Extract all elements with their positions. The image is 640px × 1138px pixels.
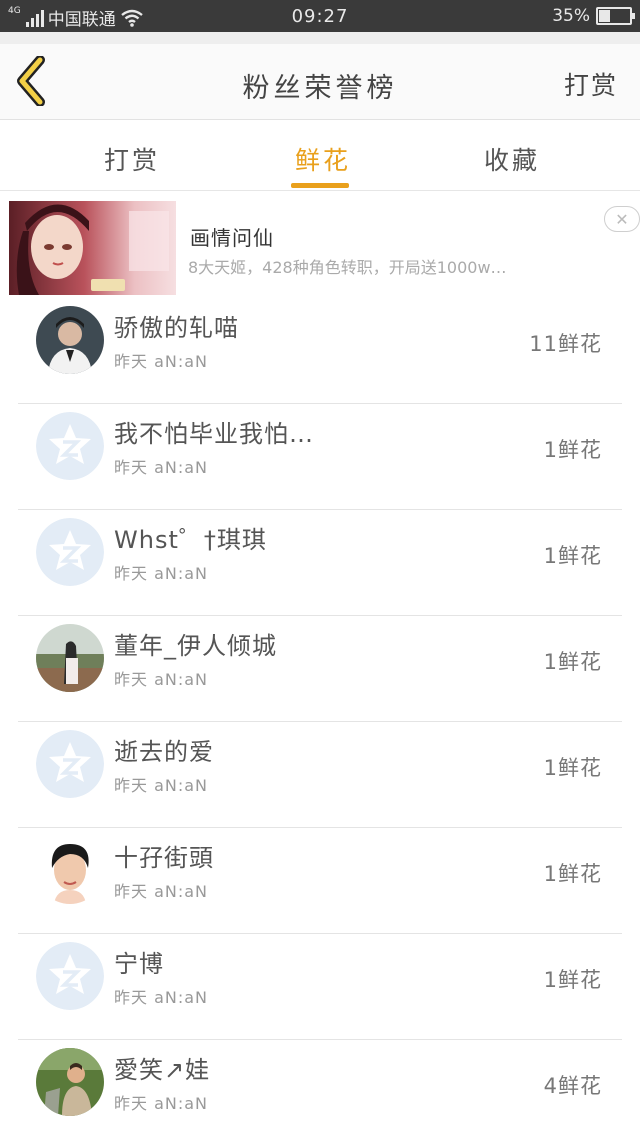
- fan-name: 愛笑↗娃: [114, 1056, 211, 1084]
- fan-time: 昨天 aN:aN: [114, 1094, 209, 1113]
- flower-count: 11鲜花: [529, 332, 602, 356]
- default-avatar-icon: [36, 412, 104, 480]
- tab-favorites[interactable]: 收藏: [484, 141, 540, 177]
- default-avatar-icon: [36, 942, 104, 1010]
- flower-count: 4鲜花: [543, 1074, 602, 1098]
- list-item[interactable]: 董年_伊人倾城昨天 aN:aN 1鲜花: [18, 616, 622, 722]
- fan-time: 昨天 aN:aN: [114, 670, 209, 689]
- list-item[interactable]: 宁博昨天 aN:aN 1鲜花: [18, 934, 622, 1040]
- battery-icon: [596, 7, 635, 25]
- default-avatar-icon: [36, 730, 104, 798]
- status-right: 35%: [552, 6, 635, 26]
- ad-title: 画情问仙: [190, 226, 274, 250]
- tab-flowers[interactable]: 鲜花: [295, 141, 351, 177]
- fan-name: 宁博: [114, 950, 164, 978]
- ad-close-button[interactable]: ✕: [604, 206, 640, 232]
- ad-banner[interactable]: 画情问仙 8大天姬，428种角色转职，开局送1000w…: [0, 192, 640, 298]
- ad-description: 8大天姬，428种角色转职，开局送1000w…: [188, 258, 507, 277]
- list-item[interactable]: 逝去的爱昨天 aN:aN 1鲜花: [18, 722, 622, 828]
- flower-count: 1鲜花: [543, 438, 602, 462]
- tab-bar: 打赏 鲜花 收藏: [0, 121, 640, 191]
- fan-name: Whst゜†琪琪: [114, 526, 267, 554]
- fan-name: 骄傲的轧喵: [114, 314, 239, 342]
- battery-percent: 35%: [552, 6, 590, 26]
- close-icon: ✕: [615, 209, 629, 229]
- fan-name: 逝去的爱: [114, 738, 214, 766]
- avatar: [36, 624, 104, 692]
- battery-fill: [599, 10, 610, 22]
- avatar: [36, 836, 104, 904]
- title-bar: 粉丝荣誉榜 打赏: [0, 44, 640, 120]
- ad-image: [9, 201, 176, 295]
- tab-reward[interactable]: 打赏: [104, 141, 160, 177]
- fan-name: 我不怕毕业我怕…: [114, 420, 314, 448]
- flower-count: 1鲜花: [543, 650, 602, 674]
- top-divider: [0, 32, 640, 44]
- avatar: [36, 306, 104, 374]
- flower-count: 1鲜花: [543, 756, 602, 780]
- default-avatar-icon: [36, 518, 104, 586]
- fan-time: 昨天 aN:aN: [114, 564, 209, 583]
- fan-time: 昨天 aN:aN: [114, 458, 209, 477]
- list-item[interactable]: 十孖街頭昨天 aN:aN 1鲜花: [18, 828, 622, 934]
- clock: 09:27: [291, 6, 349, 27]
- list-item[interactable]: 我不怕毕业我怕… 昨天 aN:aN 1鲜花: [18, 404, 622, 510]
- fan-time: 昨天 aN:aN: [114, 882, 209, 901]
- fan-name: 董年_伊人倾城: [114, 632, 277, 660]
- fan-time: 昨天 aN:aN: [114, 988, 209, 1007]
- flower-count: 1鲜花: [543, 968, 602, 992]
- flower-count: 1鲜花: [543, 862, 602, 886]
- avatar: [36, 1048, 104, 1116]
- reward-button[interactable]: 打赏: [564, 66, 618, 102]
- list-item[interactable]: 骄傲的轧喵昨天 aN:aN 11鲜花: [18, 298, 622, 404]
- fan-name: 十孖街頭: [114, 844, 214, 872]
- flower-count: 1鲜花: [543, 544, 602, 568]
- fan-time: 昨天 aN:aN: [114, 352, 209, 371]
- active-tab-indicator: [291, 183, 349, 188]
- list-item[interactable]: 愛笑↗娃昨天 aN:aN 4鲜花: [18, 1040, 622, 1138]
- page-title: 粉丝荣誉榜: [242, 73, 398, 104]
- list-item[interactable]: Whst゜†琪琪昨天 aN:aN 1鲜花: [18, 510, 622, 616]
- fan-time: 昨天 aN:aN: [114, 776, 209, 795]
- status-bar: 4G 中国联通 09:27 35%: [0, 0, 640, 32]
